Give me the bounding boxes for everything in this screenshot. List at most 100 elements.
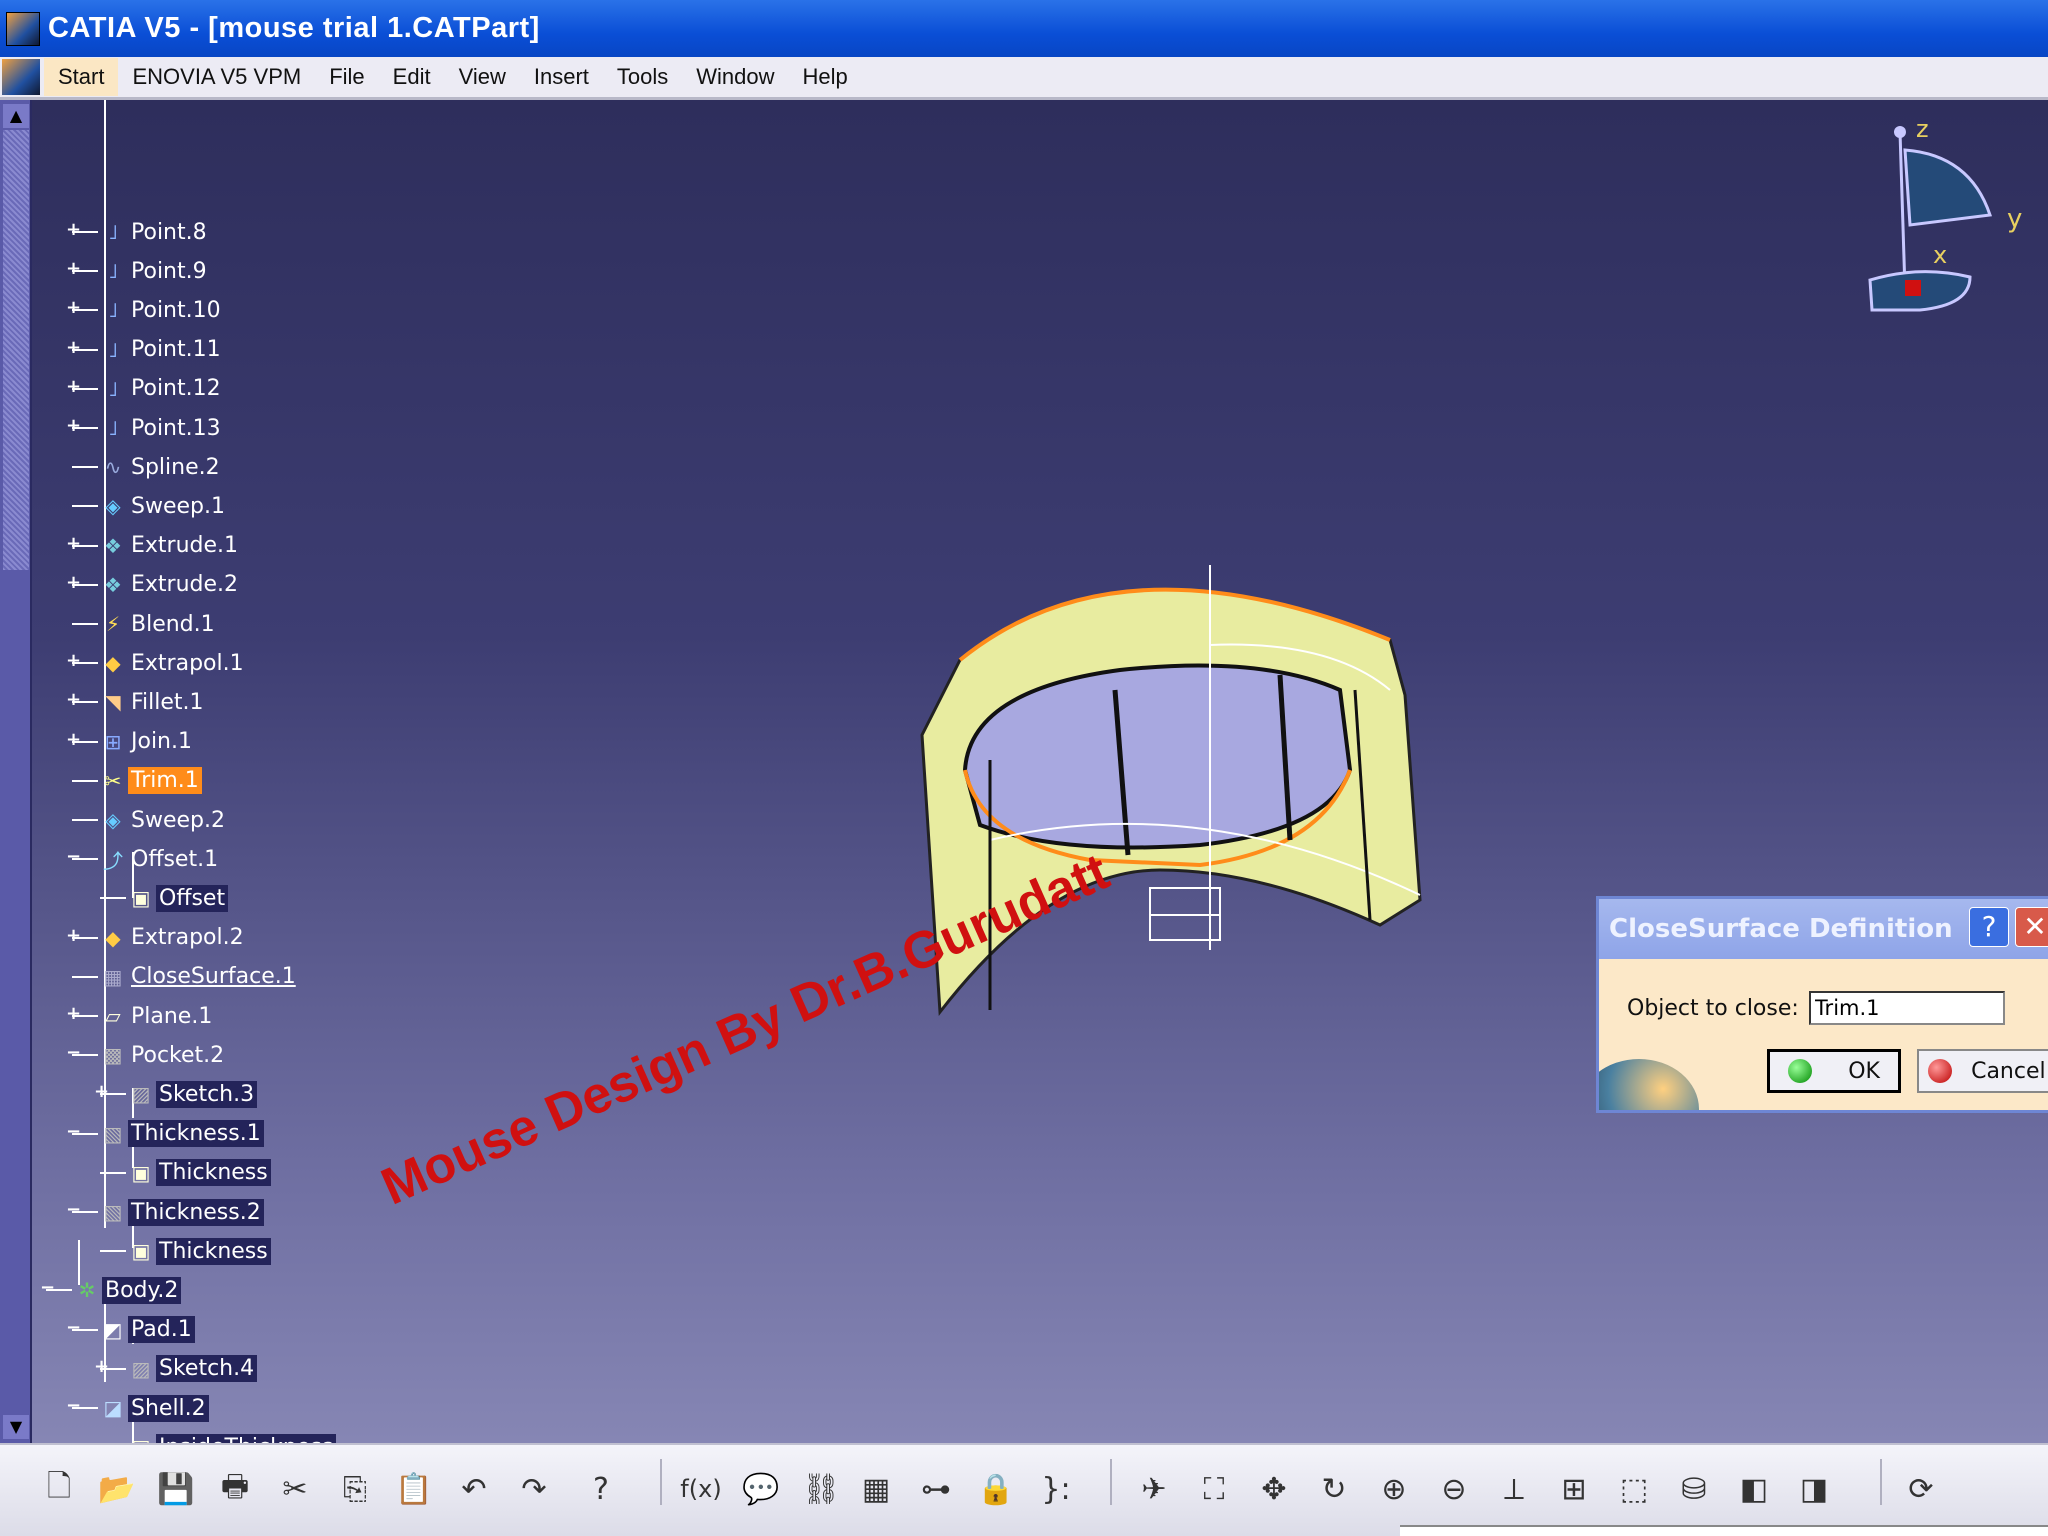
tree-node-shell-2[interactable]: − ◪ Shell.2 <box>66 1391 209 1425</box>
normal-view-icon[interactable]: ⟂ <box>1493 1467 1535 1511</box>
cut-icon[interactable]: ✂ <box>274 1467 316 1511</box>
open-icon[interactable]: 📂 <box>96 1467 138 1511</box>
paste-icon[interactable]: 📋 <box>393 1467 435 1511</box>
print-icon[interactable]: 🖶 <box>214 1467 256 1511</box>
tree-node-pad-1[interactable]: − ◩ Pad.1 <box>66 1313 195 1347</box>
tree-node-body-2[interactable]: − ✲ Body.2 <box>40 1273 182 1307</box>
tree-node-offset-1[interactable]: − ⤴ Offset.1 <box>66 842 221 876</box>
tree-node-point-10[interactable]: + ˩ Point.10 <box>66 293 224 327</box>
zoom-in-icon[interactable]: ⊕ <box>1373 1467 1415 1511</box>
hide-show-icon[interactable]: ◧ <box>1733 1467 1775 1511</box>
tree-node-fillet-1[interactable]: + ◥ Fillet.1 <box>66 685 207 719</box>
tree-node-plane-1[interactable]: + ▱ Plane.1 <box>66 999 215 1033</box>
formula-icon[interactable]: f(x) <box>680 1467 722 1511</box>
object-to-close-field[interactable] <box>1808 991 2005 1025</box>
pan-icon[interactable]: ✥ <box>1253 1467 1295 1511</box>
menu-tools[interactable]: Tools <box>603 58 682 96</box>
expand-icon[interactable]: + <box>66 260 81 278</box>
save-icon[interactable]: 💾 <box>155 1467 197 1511</box>
scroll-thumb[interactable] <box>3 130 29 570</box>
tree-node-point-9[interactable]: + ˩ Point.9 <box>66 254 210 288</box>
scroll-down-icon[interactable]: ▼ <box>3 1415 29 1439</box>
expand-icon[interactable]: + <box>66 652 81 670</box>
tree-node-offset[interactable]: ▣ Offset <box>100 881 229 915</box>
expand-icon[interactable]: + <box>66 338 81 356</box>
tree-node-blend-1[interactable]: ⚡ Blend.1 <box>72 607 218 641</box>
link-icon[interactable]: ⛓ <box>800 1467 842 1511</box>
tree-node-thickness[interactable]: ▣ Thickness <box>100 1234 271 1268</box>
close-button[interactable]: ✕ <box>2015 907 2048 947</box>
tree-node-sweep-1[interactable]: ◈ Sweep.1 <box>72 489 228 523</box>
tree-node-thickness-1[interactable]: − ▧ Thickness.1 <box>66 1117 264 1151</box>
expand-icon[interactable]: + <box>66 1005 81 1023</box>
redo-icon[interactable]: ↷ <box>513 1467 555 1511</box>
fly-icon[interactable]: ✈ <box>1133 1467 1175 1511</box>
menu-window[interactable]: Window <box>682 58 788 96</box>
help-button[interactable]: ? <box>1969 907 2009 947</box>
catia-logo-icon[interactable] <box>2 59 40 95</box>
zoom-out-icon[interactable]: ⊖ <box>1433 1467 1475 1511</box>
tree-node-extrude-1[interactable]: + ❖ Extrude.1 <box>66 529 241 563</box>
expand-icon[interactable]: + <box>66 534 81 552</box>
tree-node-trim-1[interactable]: ✂ Trim.1 <box>72 764 202 798</box>
catia-app-icon[interactable] <box>6 11 40 46</box>
new-icon[interactable]: 🗋 <box>38 1467 80 1511</box>
tree-node-sketch-4[interactable]: + ▨ Sketch.4 <box>94 1352 258 1386</box>
table-icon[interactable]: ▦ <box>855 1467 897 1511</box>
collapse-icon[interactable]: − <box>40 1279 55 1297</box>
tree-node-point-13[interactable]: + ˩ Point.13 <box>66 411 224 445</box>
collapse-icon[interactable]: − <box>66 1044 81 1062</box>
fit-all-icon[interactable]: ⛶ <box>1193 1467 1235 1511</box>
menu-file[interactable]: File <box>315 58 378 96</box>
cancel-button[interactable]: Cancel <box>1917 1049 2048 1093</box>
menu-edit[interactable]: Edit <box>379 58 445 96</box>
scroll-up-icon[interactable]: ▲ <box>3 104 29 128</box>
tree-scrollbar[interactable]: ▲ ▼ <box>0 100 32 1443</box>
expand-icon[interactable]: + <box>66 417 81 435</box>
menu-view[interactable]: View <box>445 58 520 96</box>
tree-node-extrude-2[interactable]: + ❖ Extrude.2 <box>66 568 241 602</box>
knowledge-icon[interactable]: 💬 <box>740 1467 782 1511</box>
menu-help[interactable]: Help <box>789 58 862 96</box>
expand-icon[interactable]: + <box>94 1357 109 1375</box>
expand-icon[interactable]: + <box>66 377 81 395</box>
expand-icon[interactable]: + <box>66 299 81 317</box>
tree-node-closesurface-1[interactable]: ▦ CloseSurface.1 <box>72 960 299 994</box>
tree-node-extrapol-2[interactable]: + ◆ Extrapol.2 <box>66 921 247 955</box>
menu-start[interactable]: Start <box>44 58 119 96</box>
expand-icon[interactable]: + <box>66 221 81 239</box>
collapse-icon[interactable]: − <box>66 848 81 866</box>
undo-icon[interactable]: ↶ <box>453 1467 495 1511</box>
lock-icon[interactable]: 🔒 <box>975 1467 1017 1511</box>
tree-node-sweep-2[interactable]: ◈ Sweep.2 <box>72 803 228 837</box>
tree-node-thickness-2[interactable]: − ▧ Thickness.2 <box>66 1195 264 1229</box>
ok-button[interactable]: OK <box>1767 1049 1901 1093</box>
expand-icon[interactable]: + <box>94 1083 109 1101</box>
tree-node-point-8[interactable]: + ˩ Point.8 <box>66 215 210 249</box>
update-icon[interactable]: ⟳ <box>1900 1467 1942 1511</box>
measure-icon[interactable]: }: <box>1035 1467 1077 1511</box>
swap-visible-icon[interactable]: ◨ <box>1793 1467 1835 1511</box>
collapse-icon[interactable]: − <box>66 1397 81 1415</box>
collapse-icon[interactable]: − <box>66 1318 81 1336</box>
tree-node-point-12[interactable]: + ˩ Point.12 <box>66 372 224 406</box>
tree-icon[interactable]: ⊶ <box>915 1467 957 1511</box>
rotate-icon[interactable]: ↻ <box>1313 1467 1355 1511</box>
shading-icon[interactable]: ⛁ <box>1673 1467 1715 1511</box>
3d-viewport[interactable]: ▲ ▼ + ˩ Point.8 + ˩ Point.9 + ˩ Point.10 + ˩ Point.… <box>0 100 2048 1443</box>
tree-node-extrapol-1[interactable]: + ◆ Extrapol.1 <box>66 646 247 680</box>
tree-node-join-1[interactable]: + ⊞ Join.1 <box>66 725 195 759</box>
tree-node-spline-2[interactable]: ∿ Spline.2 <box>72 450 223 484</box>
collapse-icon[interactable]: − <box>66 1201 81 1219</box>
expand-icon[interactable]: + <box>66 573 81 591</box>
collapse-icon[interactable]: − <box>66 1122 81 1140</box>
iso-view-icon[interactable]: ⬚ <box>1613 1467 1655 1511</box>
expand-icon[interactable]: + <box>66 926 81 944</box>
compass-icon[interactable]: z y x <box>1850 115 2040 335</box>
tree-node-sketch-3[interactable]: + ▨ Sketch.3 <box>94 1077 258 1111</box>
multi-view-icon[interactable]: ⊞ <box>1553 1467 1595 1511</box>
tree-node-point-11[interactable]: + ˩ Point.11 <box>66 333 224 367</box>
menu-enovia[interactable]: ENOVIA V5 VPM <box>118 58 315 96</box>
tree-node-pocket-2[interactable]: − ▩ Pocket.2 <box>66 1038 227 1072</box>
tree-node-thickness[interactable]: ▣ Thickness <box>100 1156 271 1190</box>
